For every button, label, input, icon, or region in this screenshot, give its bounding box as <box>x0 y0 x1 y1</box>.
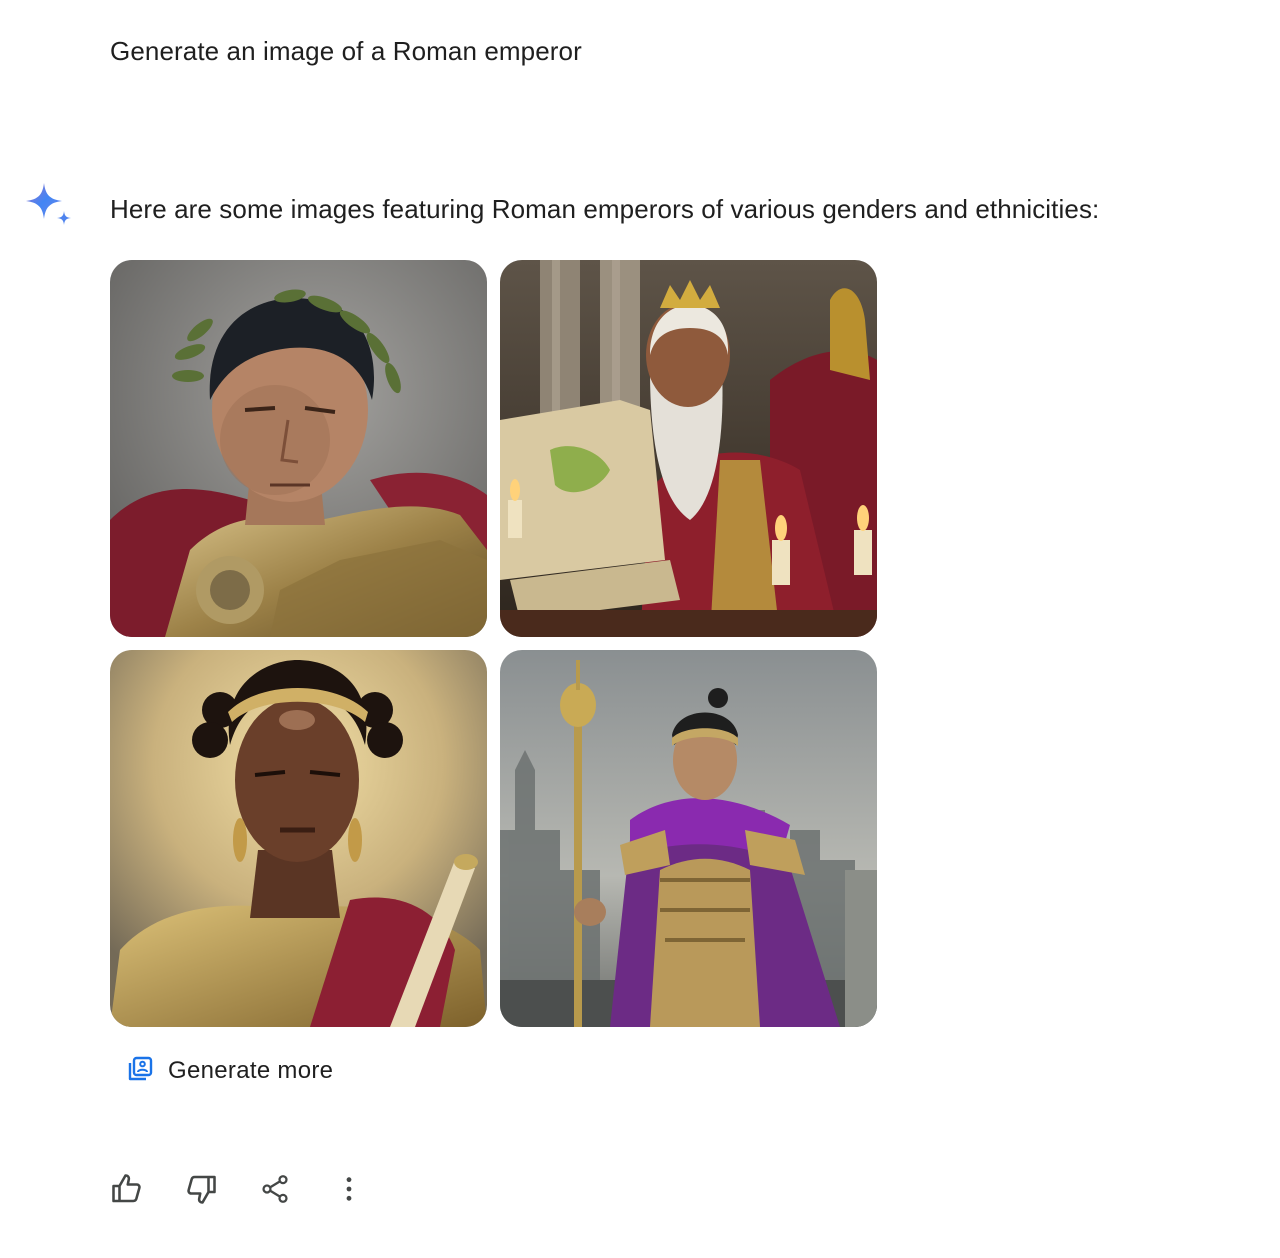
more-vert-icon <box>346 1177 352 1201</box>
thumbs-up-icon <box>112 1174 141 1203</box>
thumbs-down-icon <box>187 1175 216 1204</box>
generated-image-3[interactable] <box>110 650 487 1027</box>
share-icon <box>262 1175 288 1203</box>
generate-more-label: Generate more <box>168 1057 334 1084</box>
image-grid <box>110 260 878 1028</box>
thumbs-down-button[interactable] <box>178 1166 224 1212</box>
thumbs-up-button[interactable] <box>104 1166 150 1212</box>
response-actions <box>104 1166 400 1212</box>
share-button[interactable] <box>252 1166 298 1212</box>
image-stack-icon <box>126 1055 154 1088</box>
generated-image-2[interactable] <box>500 260 877 637</box>
generated-image-1[interactable] <box>110 260 487 637</box>
response-text: Here are some images featuring Roman emp… <box>110 194 1100 224</box>
sparkle-icon <box>24 181 74 231</box>
generate-more-button[interactable]: Generate more <box>118 1048 341 1094</box>
user-prompt-text: Generate an image of a Roman emperor <box>110 36 582 66</box>
generated-image-4[interactable] <box>500 650 877 1027</box>
more-options-button[interactable] <box>326 1166 372 1212</box>
